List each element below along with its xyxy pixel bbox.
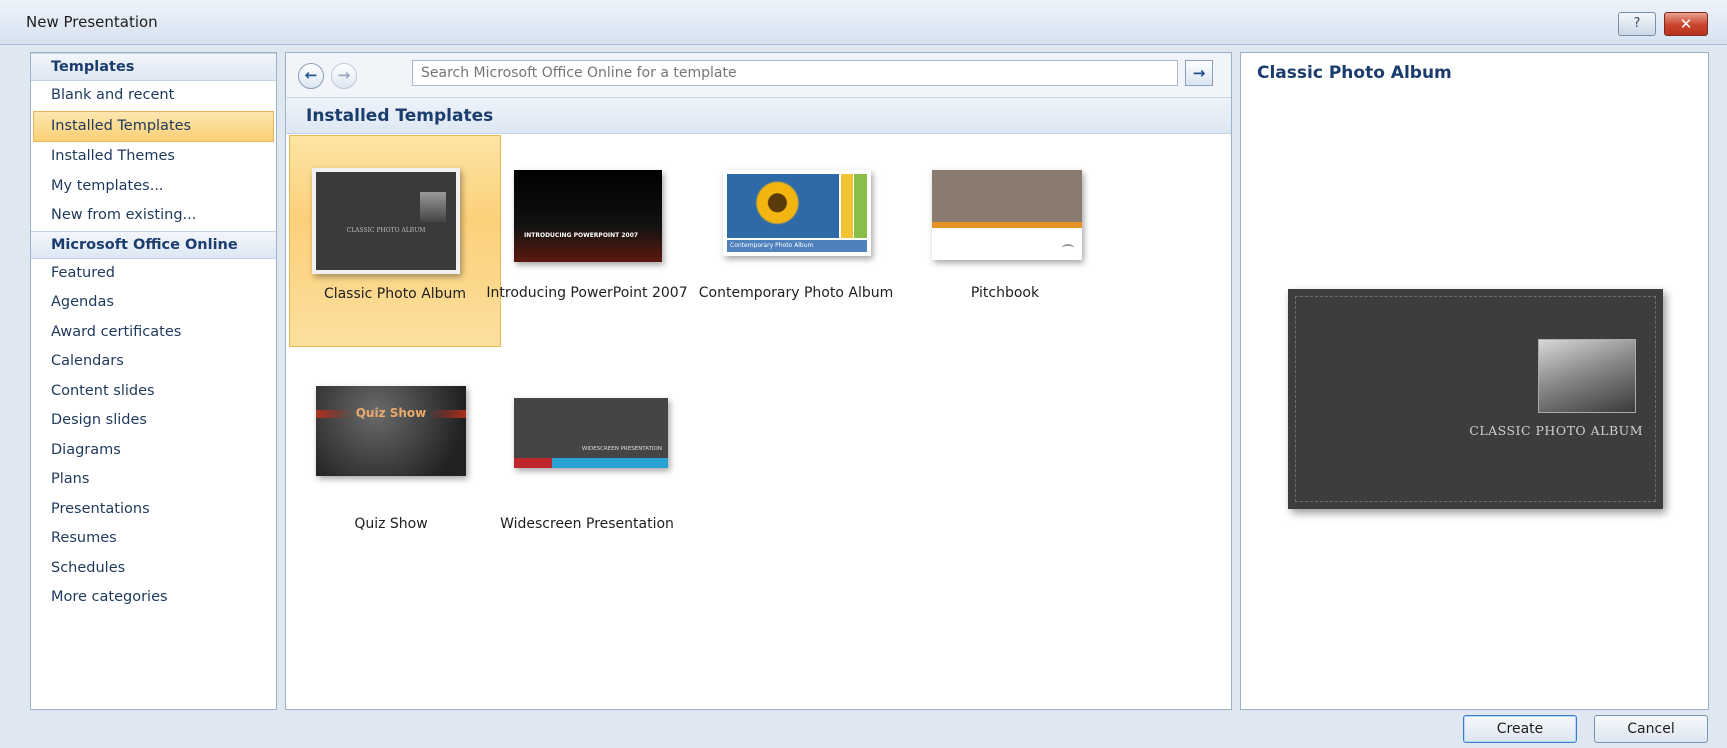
cancel-button[interactable]: Cancel <box>1594 715 1708 743</box>
sidebar-item-installed-templates[interactable]: Installed Templates <box>33 110 274 142</box>
sidebar-item-design-slides[interactable]: Design slides <box>31 406 276 436</box>
sidebar-item-diagrams[interactable]: Diagrams <box>31 436 276 466</box>
sidebar-item-installed-themes[interactable]: Installed Themes <box>31 142 276 172</box>
sidebar-item-content-slides[interactable]: Content slides <box>31 377 276 407</box>
photo-image <box>420 192 446 222</box>
template-label: Contemporary Photo Album <box>698 285 894 301</box>
search-go-button[interactable]: → <box>1185 60 1213 86</box>
sidebar-item-more-categories[interactable]: More categories <box>31 583 276 613</box>
sidebar-item-new-from-existing[interactable]: New from existing... <box>31 201 276 231</box>
stripe-green <box>854 174 867 238</box>
thumb-blue-bar <box>552 458 668 468</box>
template-thumbnail: CLASSIC PHOTO ALBUM <box>312 168 460 274</box>
template-tile-widescreen-presentation[interactable]: WIDESCREEN PRESENTATION Widescreen Prese… <box>482 350 692 560</box>
template-label: Widescreen Presentation <box>500 516 674 532</box>
sidebar-item-calendars[interactable]: Calendars <box>31 347 276 377</box>
sidebar-item-award-certificates[interactable]: Award certificates <box>31 318 276 348</box>
sidebar-header-templates: Templates <box>31 53 276 81</box>
sidebar-item-agendas[interactable]: Agendas <box>31 288 276 318</box>
window-title: New Presentation <box>26 13 158 31</box>
thumb-header-band <box>932 170 1082 222</box>
thumb-caption: Contemporary Photo Album <box>727 240 867 252</box>
title-bar: New Presentation ? ✕ <box>0 0 1727 45</box>
preview-photo-image <box>1538 339 1636 413</box>
template-search-input[interactable] <box>412 60 1178 86</box>
sidebar-header-office-online: Microsoft Office Online <box>31 230 276 259</box>
stripe-yellow <box>841 174 853 238</box>
template-preview-panel: Classic Photo Album CLASSIC PHOTO ALBUM <box>1240 52 1709 710</box>
sidebar-item-featured[interactable]: Featured <box>31 259 276 289</box>
sidebar-item-blank-and-recent[interactable]: Blank and recent <box>31 81 276 111</box>
template-thumbnail <box>932 170 1082 260</box>
sidebar-item-plans[interactable]: Plans <box>31 465 276 495</box>
thumb-accent-band <box>932 222 1082 228</box>
close-button[interactable]: ✕ <box>1664 12 1708 36</box>
forward-arrow-icon[interactable]: → <box>331 63 357 89</box>
thumb-red-bar <box>514 458 552 468</box>
back-arrow-icon[interactable]: ← <box>298 63 324 89</box>
template-tile-contemporary-photo-album[interactable]: Contemporary Photo Album Contemporary Ph… <box>691 135 901 345</box>
create-button[interactable]: Create <box>1463 715 1577 743</box>
swoosh-icon <box>1062 244 1074 252</box>
template-thumbnail: Quiz Show <box>316 386 466 476</box>
sidebar-item-resumes[interactable]: Resumes <box>31 524 276 554</box>
template-label: Introducing PowerPoint 2007 <box>486 285 688 301</box>
sidebar-item-my-templates[interactable]: My templates... <box>31 172 276 202</box>
gallery-section-title: Installed Templates <box>286 98 1231 134</box>
template-tile-classic-photo-album[interactable]: CLASSIC PHOTO ALBUM Classic Photo Album <box>289 135 501 347</box>
sidebar-item-schedules[interactable]: Schedules <box>31 554 276 584</box>
search-toolbar: ← → → <box>286 53 1231 98</box>
sunflower-image <box>727 174 839 238</box>
preview-title: Classic Photo Album <box>1257 63 1452 83</box>
template-thumbnail: WIDESCREEN PRESENTATION <box>514 398 668 468</box>
thumb-caption: Quiz Show <box>355 406 427 420</box>
template-thumbnail: INTRODUCING POWERPOINT 2007 <box>514 170 662 262</box>
template-label: Pitchbook <box>970 285 1040 301</box>
thumb-caption: INTRODUCING POWERPOINT 2007 <box>524 232 639 239</box>
template-tile-quiz-show[interactable]: Quiz Show Quiz Show <box>286 350 496 560</box>
template-thumbnail: Contemporary Photo Album <box>723 170 871 256</box>
template-label: Classic Photo Album <box>323 286 467 302</box>
template-label: Quiz Show <box>354 516 428 532</box>
thumb-caption: WIDESCREEN PRESENTATION <box>581 446 662 452</box>
thumb-caption: CLASSIC PHOTO ALBUM <box>346 227 426 234</box>
template-tile-pitchbook[interactable]: Pitchbook <box>900 135 1110 345</box>
preview-slide: CLASSIC PHOTO ALBUM <box>1288 289 1663 509</box>
sidebar-item-presentations[interactable]: Presentations <box>31 495 276 525</box>
help-button[interactable]: ? <box>1618 12 1656 36</box>
template-gallery-panel: ← → → Installed Templates CLASSIC PHOTO … <box>285 52 1232 710</box>
preview-slide-title: CLASSIC PHOTO ALBUM <box>1469 423 1643 438</box>
category-sidebar: Templates Blank and recent Installed Tem… <box>30 52 277 710</box>
template-tile-introducing-powerpoint[interactable]: INTRODUCING POWERPOINT 2007 Introducing … <box>482 135 692 345</box>
